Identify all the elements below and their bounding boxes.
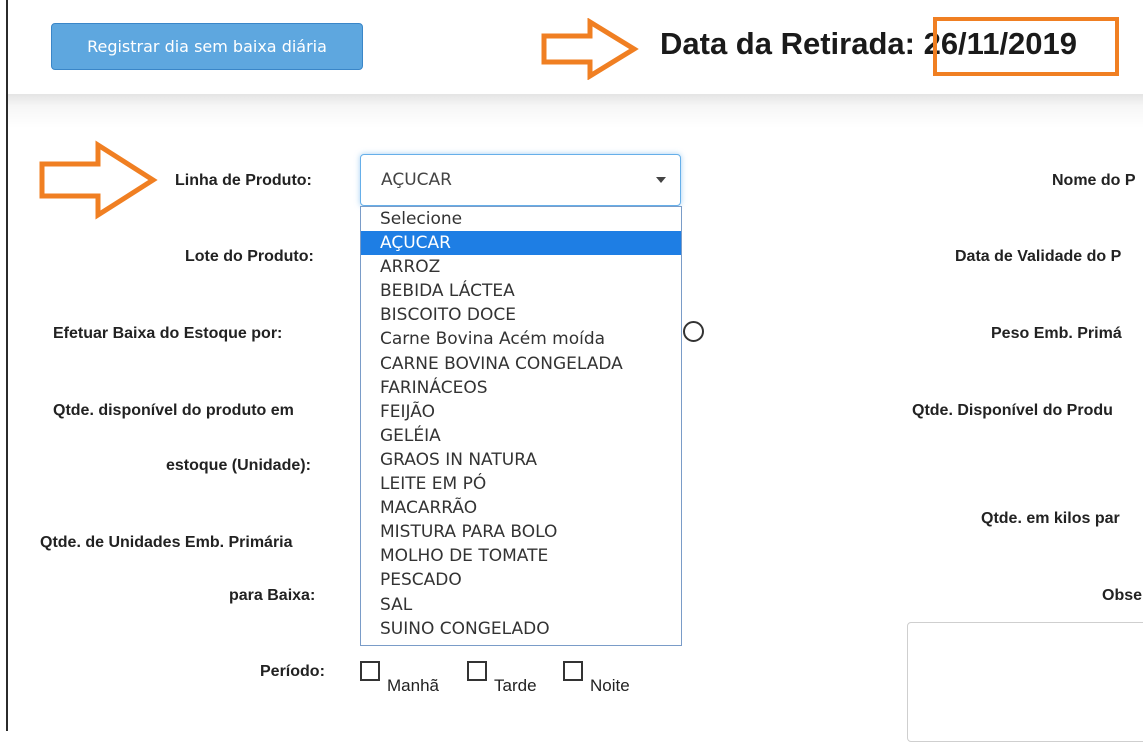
qty-available-label-line1: Qtde. disponível do produto em: [53, 402, 294, 419]
dropdown-option[interactable]: AÇUCAR: [361, 231, 681, 256]
chevron-down-icon: [656, 177, 666, 183]
qty-available-label-line2: estoque (Unidade):: [166, 457, 311, 474]
date-highlight-box: [933, 17, 1119, 76]
stock-withdrawal-by-label: Efetuar Baixa do Estoque por:: [53, 325, 283, 342]
period-morning-label: Manhã: [387, 676, 439, 695]
dropdown-option[interactable]: MACARRÃO: [361, 496, 681, 520]
primary-package-weight-label: Peso Emb. Primá: [991, 325, 1122, 342]
product-line-selected-value: AÇUCAR: [381, 170, 452, 190]
observations-textarea[interactable]: [907, 622, 1143, 742]
dropdown-option[interactable]: BISCOITO DOCE: [361, 303, 681, 327]
qty-available-product-label: Qtde. Disponível do Produ: [912, 402, 1113, 419]
dropdown-option[interactable]: GRAOS IN NATURA: [361, 448, 681, 472]
header-divider: [8, 94, 1143, 128]
period-night-checkbox[interactable]: [563, 661, 583, 681]
withdrawal-date-label: Data da Retirada:: [660, 26, 924, 61]
period-afternoon-checkbox[interactable]: [467, 661, 487, 681]
arrow-annotation-icon: [541, 18, 639, 80]
dropdown-option[interactable]: FARINÁCEOS: [361, 376, 681, 400]
dropdown-option[interactable]: SUINO CONGELADO: [361, 617, 681, 641]
product-lot-label: Lote do Produto:: [185, 248, 314, 265]
qty-units-label-line1: Qtde. de Unidades Emb. Primária: [40, 534, 293, 551]
dropdown-option[interactable]: CARNE BOVINA CONGELADA: [361, 352, 681, 376]
dropdown-option[interactable]: Carne Bovina Acém moída: [361, 327, 681, 351]
product-name-label: Nome do P: [1052, 172, 1136, 189]
period-afternoon-label: Tarde: [494, 676, 537, 695]
period-night-label: Noite: [590, 676, 630, 695]
withdrawal-by-radio[interactable]: [683, 321, 704, 342]
product-line-label: Linha de Produto:: [175, 172, 312, 189]
dropdown-option[interactable]: FEIJÃO: [361, 400, 681, 424]
dropdown-option[interactable]: PESCADO: [361, 568, 681, 592]
register-no-withdrawal-button[interactable]: Registrar dia sem baixa diária: [51, 23, 363, 70]
dropdown-option[interactable]: MISTURA PARA BOLO: [361, 520, 681, 544]
observations-label: Obse: [1102, 587, 1143, 604]
qty-units-label-line2: para Baixa:: [229, 587, 316, 604]
product-line-select[interactable]: AÇUCAR: [360, 154, 681, 206]
period-morning-checkbox[interactable]: [360, 661, 380, 681]
dropdown-option[interactable]: Selecione: [361, 207, 681, 231]
period-label: Período:: [260, 663, 325, 680]
dropdown-option[interactable]: LEITE EM PÓ: [361, 472, 681, 496]
expiry-date-label: Data de Validade do P: [955, 248, 1122, 265]
arrow-annotation-icon: [39, 140, 158, 220]
qty-kilos-label: Qtde. em kilos par: [981, 510, 1120, 527]
dropdown-option[interactable]: SAL: [361, 593, 681, 617]
dropdown-option[interactable]: ARROZ: [361, 255, 681, 279]
product-line-dropdown[interactable]: Selecione AÇUCAR ARROZ BEBIDA LÁCTEA BISCOIT…: [360, 206, 682, 646]
dropdown-option[interactable]: GELÉIA: [361, 424, 681, 448]
dropdown-option[interactable]: MOLHO DE TOMATE: [361, 544, 681, 568]
dropdown-option[interactable]: BEBIDA LÁCTEA: [361, 279, 681, 303]
